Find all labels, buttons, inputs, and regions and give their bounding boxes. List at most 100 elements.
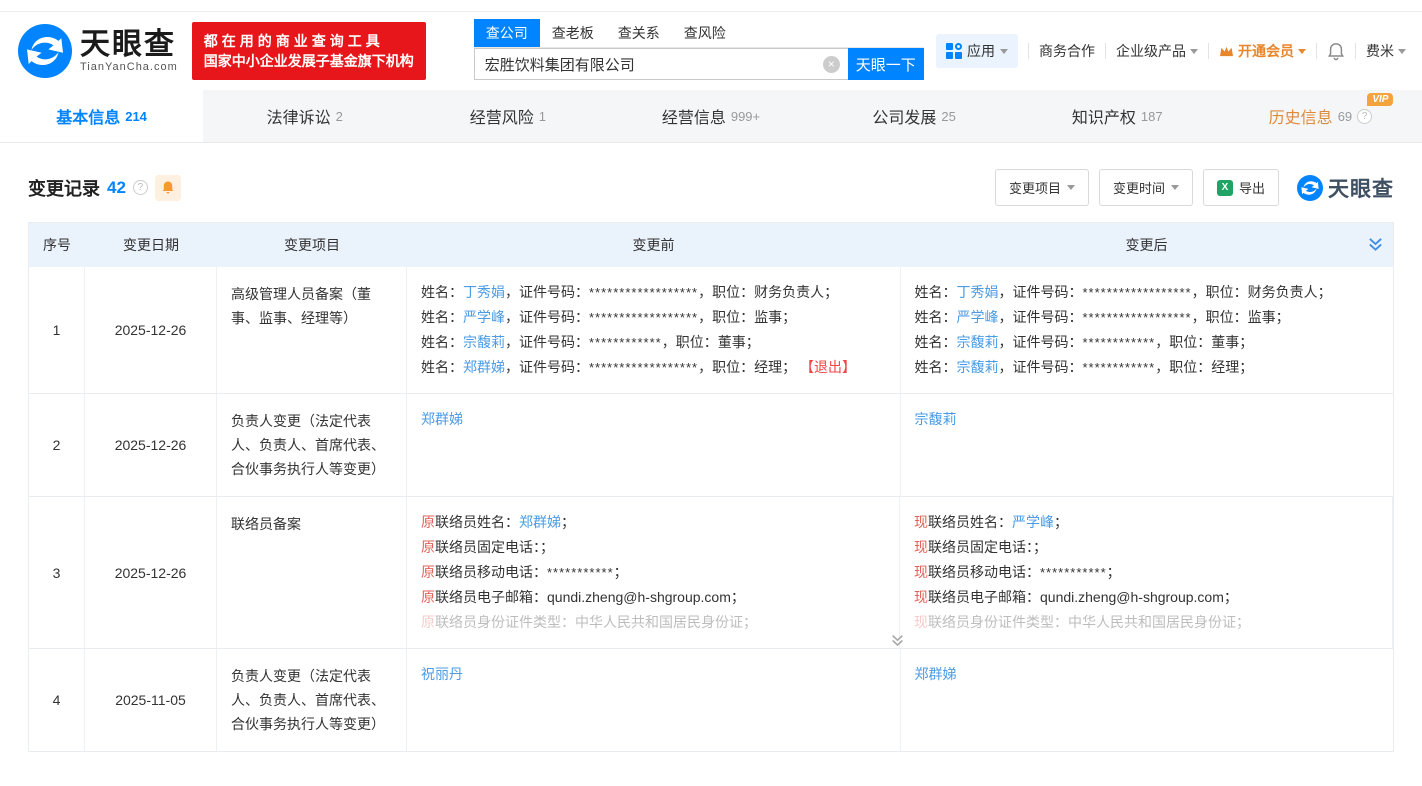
search-type-tabs: 查公司查老板查关系查风险	[474, 22, 924, 48]
menu-divider	[1316, 43, 1317, 59]
clear-search-icon[interactable]: ×	[823, 56, 840, 73]
column-header-label: 变更项目	[284, 233, 340, 257]
person-link[interactable]: 郑群娣	[519, 514, 561, 530]
open-vip-link[interactable]: 开通会员	[1219, 41, 1306, 61]
menu-divider	[1105, 43, 1106, 59]
header-menu: 应用 商务合作 企业级产品 开通会员 费米	[936, 34, 1406, 68]
help-icon[interactable]: ?	[133, 180, 148, 195]
person-link[interactable]: 宗馥莉	[463, 334, 505, 350]
tab-count: 214	[125, 109, 147, 124]
slogan-banner: 都在用的商业查询工具 国家中小企业发展子基金旗下机构	[192, 22, 426, 80]
person-link[interactable]: 宗馥莉	[957, 334, 999, 350]
table-header-row: 序号变更日期变更项目变更前变更后	[29, 223, 1393, 267]
person-link[interactable]: 严学峰	[463, 309, 505, 325]
change-item: 负责人变更（法定代表人、负责人、首席代表、合伙事务执行人等变更）	[217, 649, 407, 751]
enterprise-product-link[interactable]: 企业级产品	[1116, 41, 1198, 61]
tab-公司发展[interactable]: 公司发展25	[813, 90, 1016, 142]
change-item: 高级管理人员备案（董事、监事、经理等）	[217, 267, 407, 393]
column-header: 变更后	[900, 223, 1393, 267]
masked-value: ************	[589, 335, 662, 350]
masked-value: ***********	[1040, 565, 1107, 580]
masked-value: ******************	[1083, 285, 1192, 300]
apps-grid-icon	[946, 43, 962, 59]
column-header: 变更项目	[217, 223, 407, 267]
table-row: 12025-12-26高级管理人员备案（董事、监事、经理等）姓名：丁秀娟，证件号…	[29, 267, 1393, 394]
change-line: 原联络员身份证件类型：中华人民共和国居民身份证；	[421, 610, 885, 635]
search-box: 查公司查老板查关系查风险 宏胜饮料集团有限公司 × 天眼一下	[474, 22, 924, 80]
menu-divider	[1028, 43, 1029, 59]
expand-row-icon[interactable]	[891, 634, 904, 647]
masked-value: ************	[1083, 360, 1156, 375]
masked-value: ******************	[1083, 310, 1192, 325]
tianyancha-swirl-icon	[1297, 175, 1323, 201]
change-item: 负责人变更（法定代表人、负责人、首席代表、合伙事务执行人等变更）	[217, 394, 407, 496]
person-link[interactable]: 郑群娣	[463, 359, 505, 375]
tianyancha-logo[interactable]: 天眼查 TianYanCha.com	[18, 24, 178, 78]
search-tab-查关系[interactable]: 查关系	[606, 19, 672, 47]
column-header-label: 变更日期	[123, 235, 179, 255]
tab-经营信息[interactable]: 经营信息999+	[609, 90, 812, 142]
person-link[interactable]: 郑群娣	[421, 411, 463, 427]
export-button[interactable]: X 导出	[1203, 169, 1279, 206]
tab-count: 69	[1338, 109, 1352, 124]
filter-change-item-button[interactable]: 变更项目	[995, 169, 1089, 206]
change-line: 姓名：严学峰，证件号码：******************，职位：监事；	[421, 305, 886, 330]
enterprise-label: 企业级产品	[1116, 41, 1186, 61]
search-input[interactable]: 宏胜饮料集团有限公司 ×	[474, 48, 848, 80]
change-item: 联络员备案	[217, 497, 407, 648]
business-coop-link[interactable]: 商务合作	[1039, 41, 1095, 61]
search-tab-查风险[interactable]: 查风险	[672, 19, 738, 47]
person-link[interactable]: 祝丽丹	[421, 666, 463, 682]
help-icon[interactable]: ?	[1357, 109, 1372, 124]
person-link[interactable]: 严学峰	[957, 309, 999, 325]
table-row: 22025-12-26负责人变更（法定代表人、负责人、首席代表、合伙事务执行人等…	[29, 394, 1393, 497]
tab-历史信息[interactable]: 历史信息69?VIP	[1219, 90, 1422, 142]
text: 姓名：	[421, 309, 463, 325]
person-link[interactable]: 宗馥莉	[915, 411, 957, 427]
tab-label: 基本信息	[56, 104, 120, 128]
tab-法律诉讼[interactable]: 法律诉讼2	[203, 90, 406, 142]
person-link[interactable]: 丁秀娟	[957, 284, 999, 300]
search-tab-查公司[interactable]: 查公司	[474, 19, 540, 47]
notification-bell-icon[interactable]	[1327, 42, 1345, 61]
change-record-table: 序号变更日期变更项目变更前变更后12025-12-26高级管理人员备案（董事、监…	[28, 222, 1394, 752]
row-number: 2	[29, 394, 85, 496]
change-line: 姓名：严学峰，证件号码：******************，职位：监事；	[915, 305, 1380, 330]
column-header-label: 变更前	[633, 235, 675, 255]
tab-label: 法律诉讼	[267, 104, 331, 128]
text: 姓名：	[421, 359, 463, 375]
filter-change-time-button[interactable]: 变更时间	[1099, 169, 1193, 206]
search-input-value: 宏胜饮料集团有限公司	[485, 54, 635, 75]
person-link[interactable]: 宗馥莉	[957, 359, 999, 375]
text: 联络员姓名：	[928, 514, 1012, 530]
person-link[interactable]: 丁秀娟	[463, 284, 505, 300]
text: ，职位：财务负责人；	[698, 284, 838, 300]
search-submit-button[interactable]: 天眼一下	[848, 48, 924, 80]
collapse-all-icon[interactable]	[1368, 237, 1383, 255]
person-link[interactable]: 严学峰	[1012, 514, 1054, 530]
slogan-line1: 都在用的商业查询工具	[204, 31, 414, 51]
text: 原	[421, 514, 435, 530]
person-link[interactable]: 郑群娣	[915, 666, 957, 682]
change-line: 宗馥莉	[915, 407, 1380, 432]
text: 联络员身份证件类型：中华人民共和国居民身份证；	[435, 614, 757, 630]
tab-基本信息[interactable]: 基本信息 214	[0, 90, 203, 142]
tianyancha-watermark: 天眼查	[1297, 173, 1394, 203]
text: 姓名：	[915, 309, 957, 325]
text: 原	[421, 539, 435, 555]
change-after: 现联络员姓名：严学峰；现联络员固定电话：；现联络员移动电话：**********…	[900, 497, 1393, 648]
search-tab-查老板[interactable]: 查老板	[540, 19, 606, 47]
main-content: 变更记录 42 ? 变更项目 变更时间 X 导出	[0, 169, 1422, 752]
tab-经营风险[interactable]: 经营风险1	[406, 90, 609, 142]
tab-知识产权[interactable]: 知识产权187	[1016, 90, 1219, 142]
user-menu[interactable]: 费米	[1366, 41, 1406, 61]
row-number: 1	[29, 267, 85, 393]
text: ；	[1054, 514, 1068, 530]
excel-icon: X	[1217, 180, 1233, 196]
text: 现	[914, 614, 928, 630]
subscribe-bell-button[interactable]	[155, 175, 181, 201]
change-line: 郑群娣	[421, 407, 886, 432]
menu-divider	[1355, 43, 1356, 59]
text: ；	[561, 514, 575, 530]
apps-menu-button[interactable]: 应用	[936, 34, 1018, 68]
